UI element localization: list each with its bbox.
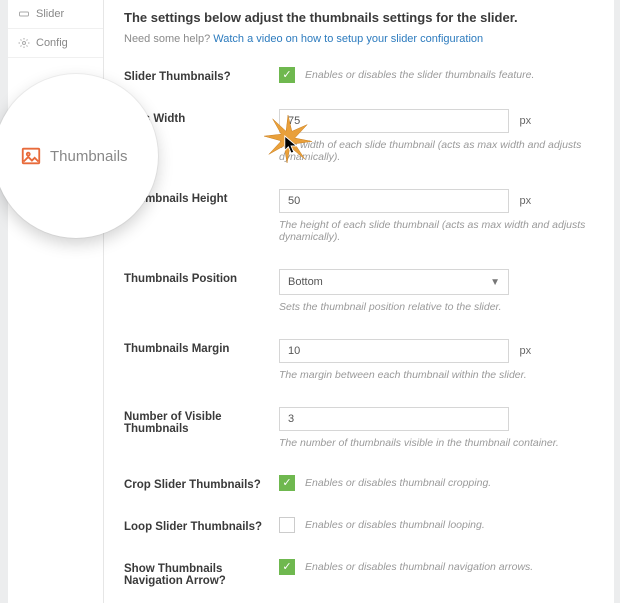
field-hint: Sets the thumbnail position relative to … — [279, 301, 594, 313]
row-nav-arrow: Show Thumbnails Navigation Arrow? Enable… — [124, 559, 594, 587]
main-content: The settings below adjust the thumbnails… — [104, 0, 614, 603]
thumbnails-position-select[interactable]: Bottom ▼ — [279, 269, 509, 295]
row-visible-thumbnails: Number of Visible Thumbnails The number … — [124, 407, 594, 449]
field-label: Slider Thumbnails? — [124, 67, 279, 83]
thumbnails-icon — [20, 145, 42, 167]
help-text: Need some help? Watch a video on how to … — [124, 33, 594, 45]
field-label: Thumbnails Margin — [124, 339, 279, 381]
field-desc: Enables or disables the slider thumbnail… — [305, 69, 534, 81]
lens-label: Thumbnails — [50, 148, 128, 165]
field-hint: The width of each slide thumbnail (acts … — [279, 139, 594, 163]
field-desc: Enables or disables thumbnail looping. — [305, 519, 485, 531]
sidebar-item-config[interactable]: Config — [8, 29, 103, 58]
thumbnails-height-input[interactable] — [279, 189, 509, 213]
gear-icon — [18, 37, 30, 49]
field-hint: The margin between each thumbnail within… — [279, 369, 594, 381]
field-label: Show Thumbnails Navigation Arrow? — [124, 559, 279, 587]
crop-thumbnails-checkbox[interactable] — [279, 475, 295, 491]
chevron-down-icon: ▼ — [490, 277, 500, 288]
field-label: Crop Slider Thumbnails? — [124, 475, 279, 491]
field-hint: The number of thumbnails visible in the … — [279, 437, 594, 449]
sidebar-item-label: Slider — [36, 8, 64, 20]
unit-label: px — [519, 195, 531, 207]
row-loop-thumbnails: Loop Slider Thumbnails? Enables or disab… — [124, 517, 594, 533]
field-label: Thumbnails Position — [124, 269, 279, 313]
magnifier-overlay: Thumbnails — [0, 74, 158, 238]
row-thumbnails-width: nails Width px The width of each slide t… — [124, 109, 594, 163]
row-thumbnails-margin: Thumbnails Margin px The margin between … — [124, 339, 594, 381]
slider-thumbnails-checkbox[interactable] — [279, 67, 295, 83]
field-desc: Enables or disables thumbnail cropping. — [305, 477, 491, 489]
sidebar-item-slider[interactable]: Slider — [8, 0, 103, 29]
unit-label: px — [519, 115, 531, 127]
page-title: The settings below adjust the thumbnails… — [124, 10, 594, 25]
field-label: Number of Visible Thumbnails — [124, 407, 279, 449]
thumbnails-margin-input[interactable] — [279, 339, 509, 363]
thumbnails-width-input[interactable] — [279, 109, 509, 133]
field-hint: The height of each slide thumbnail (acts… — [279, 219, 594, 243]
field-label: Loop Slider Thumbnails? — [124, 517, 279, 533]
visible-thumbnails-input[interactable] — [279, 407, 509, 431]
row-slider-thumbnails: Slider Thumbnails? Enables or disables t… — [124, 67, 594, 83]
row-crop-thumbnails: Crop Slider Thumbnails? Enables or disab… — [124, 475, 594, 491]
nav-arrow-checkbox[interactable] — [279, 559, 295, 575]
field-label: Thumbnails Height — [124, 189, 279, 243]
row-thumbnails-position: Thumbnails Position Bottom ▼ Sets the th… — [124, 269, 594, 313]
field-desc: Enables or disables thumbnail navigation… — [305, 561, 533, 573]
help-video-link[interactable]: Watch a video on how to setup your slide… — [213, 33, 483, 45]
row-thumbnails-height: Thumbnails Height px The height of each … — [124, 189, 594, 243]
select-value: Bottom — [288, 276, 323, 288]
sidebar-item-label: Config — [36, 37, 68, 49]
unit-label: px — [519, 345, 531, 357]
slider-icon — [18, 8, 30, 20]
loop-thumbnails-checkbox[interactable] — [279, 517, 295, 533]
help-prefix: Need some help? — [124, 33, 213, 45]
